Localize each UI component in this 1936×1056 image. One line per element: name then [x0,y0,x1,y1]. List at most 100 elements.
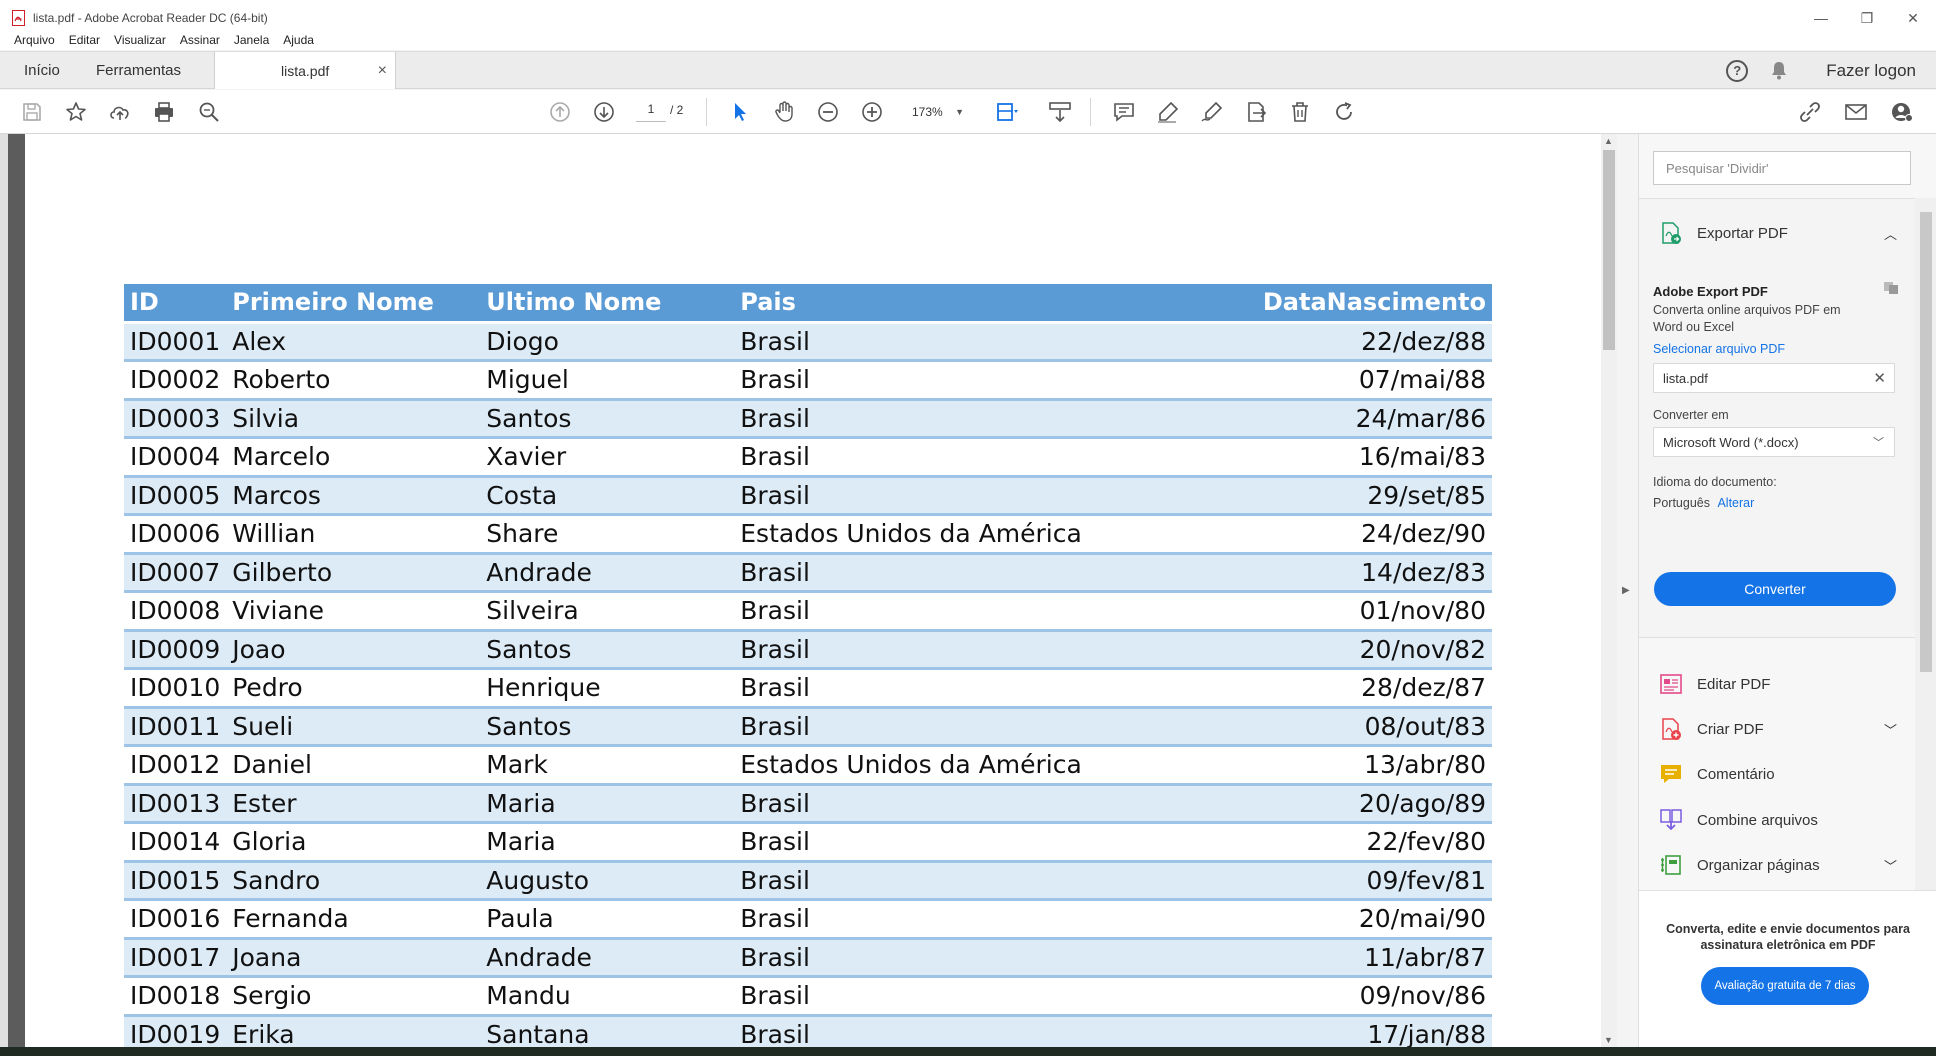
print-icon[interactable] [150,98,178,126]
zoom-out-icon[interactable] [814,98,842,126]
export-pdf-header[interactable]: Exportar PDF ︿ [1639,211,1915,255]
bell-icon[interactable] [1770,60,1790,82]
tab-document[interactable]: lista.pdf × [214,52,396,89]
free-trial-button[interactable]: Avaliação gratuita de 7 dias [1701,967,1869,1005]
menu-arquivo[interactable]: Arquivo [14,33,55,47]
table-row: ID0002 Roberto Miguel Brasil 07/mai/88 [124,360,1492,401]
zoom-select[interactable]: 173% ▼ [902,102,970,122]
share-link-icon[interactable] [1796,98,1824,126]
promo-text: Converta, edite e envie documentos para … [1666,922,1910,952]
export-pdf-icon [1659,221,1683,245]
highlight-pen-icon[interactable] [1154,98,1182,126]
pdf-file-icon [12,10,25,26]
search-zoom-icon[interactable] [195,98,223,126]
cell-first-name: Sandro [226,861,481,901]
menu-ajuda[interactable]: Ajuda [283,33,314,47]
account-icon[interactable] [1888,98,1916,126]
help-icon[interactable]: ? [1726,59,1749,82]
cell-birthdate: 22/dez/88 [1087,322,1492,362]
next-page-icon[interactable] [590,98,618,126]
cell-id: ID0010 [124,668,227,709]
cell-country: Brasil [734,822,1088,863]
tab-tools[interactable]: Ferramentas [96,52,181,89]
menu-editar[interactable]: Editar [69,33,100,47]
tool-create-pdf[interactable]: Criar PDF ﹀ [1639,707,1915,751]
tools-search-input[interactable]: Pesquisar 'Dividir' [1653,151,1911,185]
cell-id: ID0003 [124,399,227,439]
prev-page-icon[interactable] [546,98,574,126]
star-icon[interactable] [62,98,90,126]
scrollbar-thumb[interactable] [1603,150,1615,350]
zoom-in-icon[interactable] [858,98,886,126]
cell-last-name: Paula [480,899,735,940]
header-birthdate: DataNascimento [1087,284,1492,324]
cell-first-name: Marcelo [226,437,481,478]
collapse-right-pane-icon[interactable]: ▶ [1622,585,1630,596]
menu-assinar[interactable]: Assinar [180,33,220,47]
tab-close-button[interactable]: × [378,62,387,80]
upload-cloud-icon[interactable] [106,98,134,126]
tab-home[interactable]: Início [24,52,60,89]
save-icon[interactable] [18,98,46,126]
tool-label: Comentário [1697,765,1775,783]
chevron-down-icon[interactable]: ﹀ [1884,720,1897,739]
hand-tool-icon[interactable] [770,98,798,126]
cell-id: ID0018 [124,976,227,1017]
cell-first-name: Joao [226,630,481,670]
menu-bar: Arquivo Editar Visualizar Assinar Janela… [0,30,1936,50]
document-language-value: Português [1653,496,1710,510]
table-row: ID0003 Silvia Santos Brasil 24/mar/86 [124,399,1492,439]
document-language-row: Português Alterar [1653,495,1754,512]
cell-last-name: Share [480,514,735,555]
document-scrollbar[interactable]: ▲ ▼ [1601,134,1617,1047]
chevron-down-icon[interactable]: ﹀ [1884,856,1897,875]
login-button[interactable]: Fazer logon [1826,61,1916,81]
window-title: lista.pdf - Adobe Acrobat Reader DC (64-… [33,11,268,25]
export-heading: Adobe Export PDF [1653,284,1768,299]
tools-pane-scrollbar[interactable] [1915,198,1936,890]
cell-last-name: Santana [480,1015,735,1047]
toolbar-divider [1090,98,1091,126]
change-language-link[interactable]: Alterar [1717,496,1754,510]
cell-last-name: Maria [480,822,735,863]
select-cursor-icon[interactable] [726,98,754,126]
rotate-icon[interactable] [1330,98,1358,126]
right-tools-pane: Pesquisar 'Dividir' Exportar PDF ︿ Adobe… [1638,134,1936,1047]
convert-button[interactable]: Converter [1654,572,1896,606]
sign-pen-icon[interactable] [1198,98,1226,126]
delete-trash-icon[interactable] [1286,98,1314,126]
page-fit-icon[interactable] [993,98,1021,126]
tool-edit-pdf[interactable]: Editar PDF [1639,662,1915,706]
cell-country: Estados Unidos da América [734,745,1088,786]
send-file-icon[interactable] [1242,98,1270,126]
scrollbar-thumb[interactable] [1920,212,1932,672]
export-description: Converta online arquivos PDF em Word ou … [1653,303,1841,334]
convert-format-select[interactable]: Microsoft Word (*.docx) ﹀ [1653,427,1895,457]
export-options-icon[interactable] [1883,281,1899,300]
cell-first-name: Viviane [226,591,481,632]
comment-icon[interactable] [1110,98,1138,126]
scroll-down-icon[interactable]: ▼ [1604,1035,1613,1045]
chevron-up-icon[interactable]: ︿ [1884,224,1897,243]
email-icon[interactable] [1842,98,1870,126]
menu-visualizar[interactable]: Visualizar [114,33,166,47]
table-row: ID0001 Alex Diogo Brasil 22/dez/88 [124,322,1492,362]
cell-id: ID0011 [124,707,227,747]
remove-file-icon[interactable]: ✕ [1873,369,1886,387]
tool-organize-pages[interactable]: Organizar páginas ﹀ [1639,843,1915,887]
scroll-mode-icon[interactable] [1046,98,1074,126]
cell-first-name: Gloria [226,822,481,863]
cell-first-name: Ester [226,784,481,824]
tool-combine-files[interactable]: Combine arquivos [1639,798,1915,842]
page-number-input[interactable]: 1 [636,102,666,122]
cell-birthdate: 20/mai/90 [1087,899,1492,940]
cell-first-name: Pedro [226,668,481,709]
table-row: ID0004 Marcelo Xavier Brasil 16/mai/83 [124,437,1492,478]
tool-comment[interactable]: Comentário [1639,752,1915,796]
scroll-up-icon[interactable]: ▲ [1604,136,1613,146]
cell-birthdate: 07/mai/88 [1087,360,1492,401]
menu-janela[interactable]: Janela [234,33,269,47]
tab-document-label: lista.pdf [281,62,330,79]
select-pdf-link[interactable]: Selecionar arquivo PDF [1653,341,1785,358]
cell-first-name: Marcos [226,476,481,516]
